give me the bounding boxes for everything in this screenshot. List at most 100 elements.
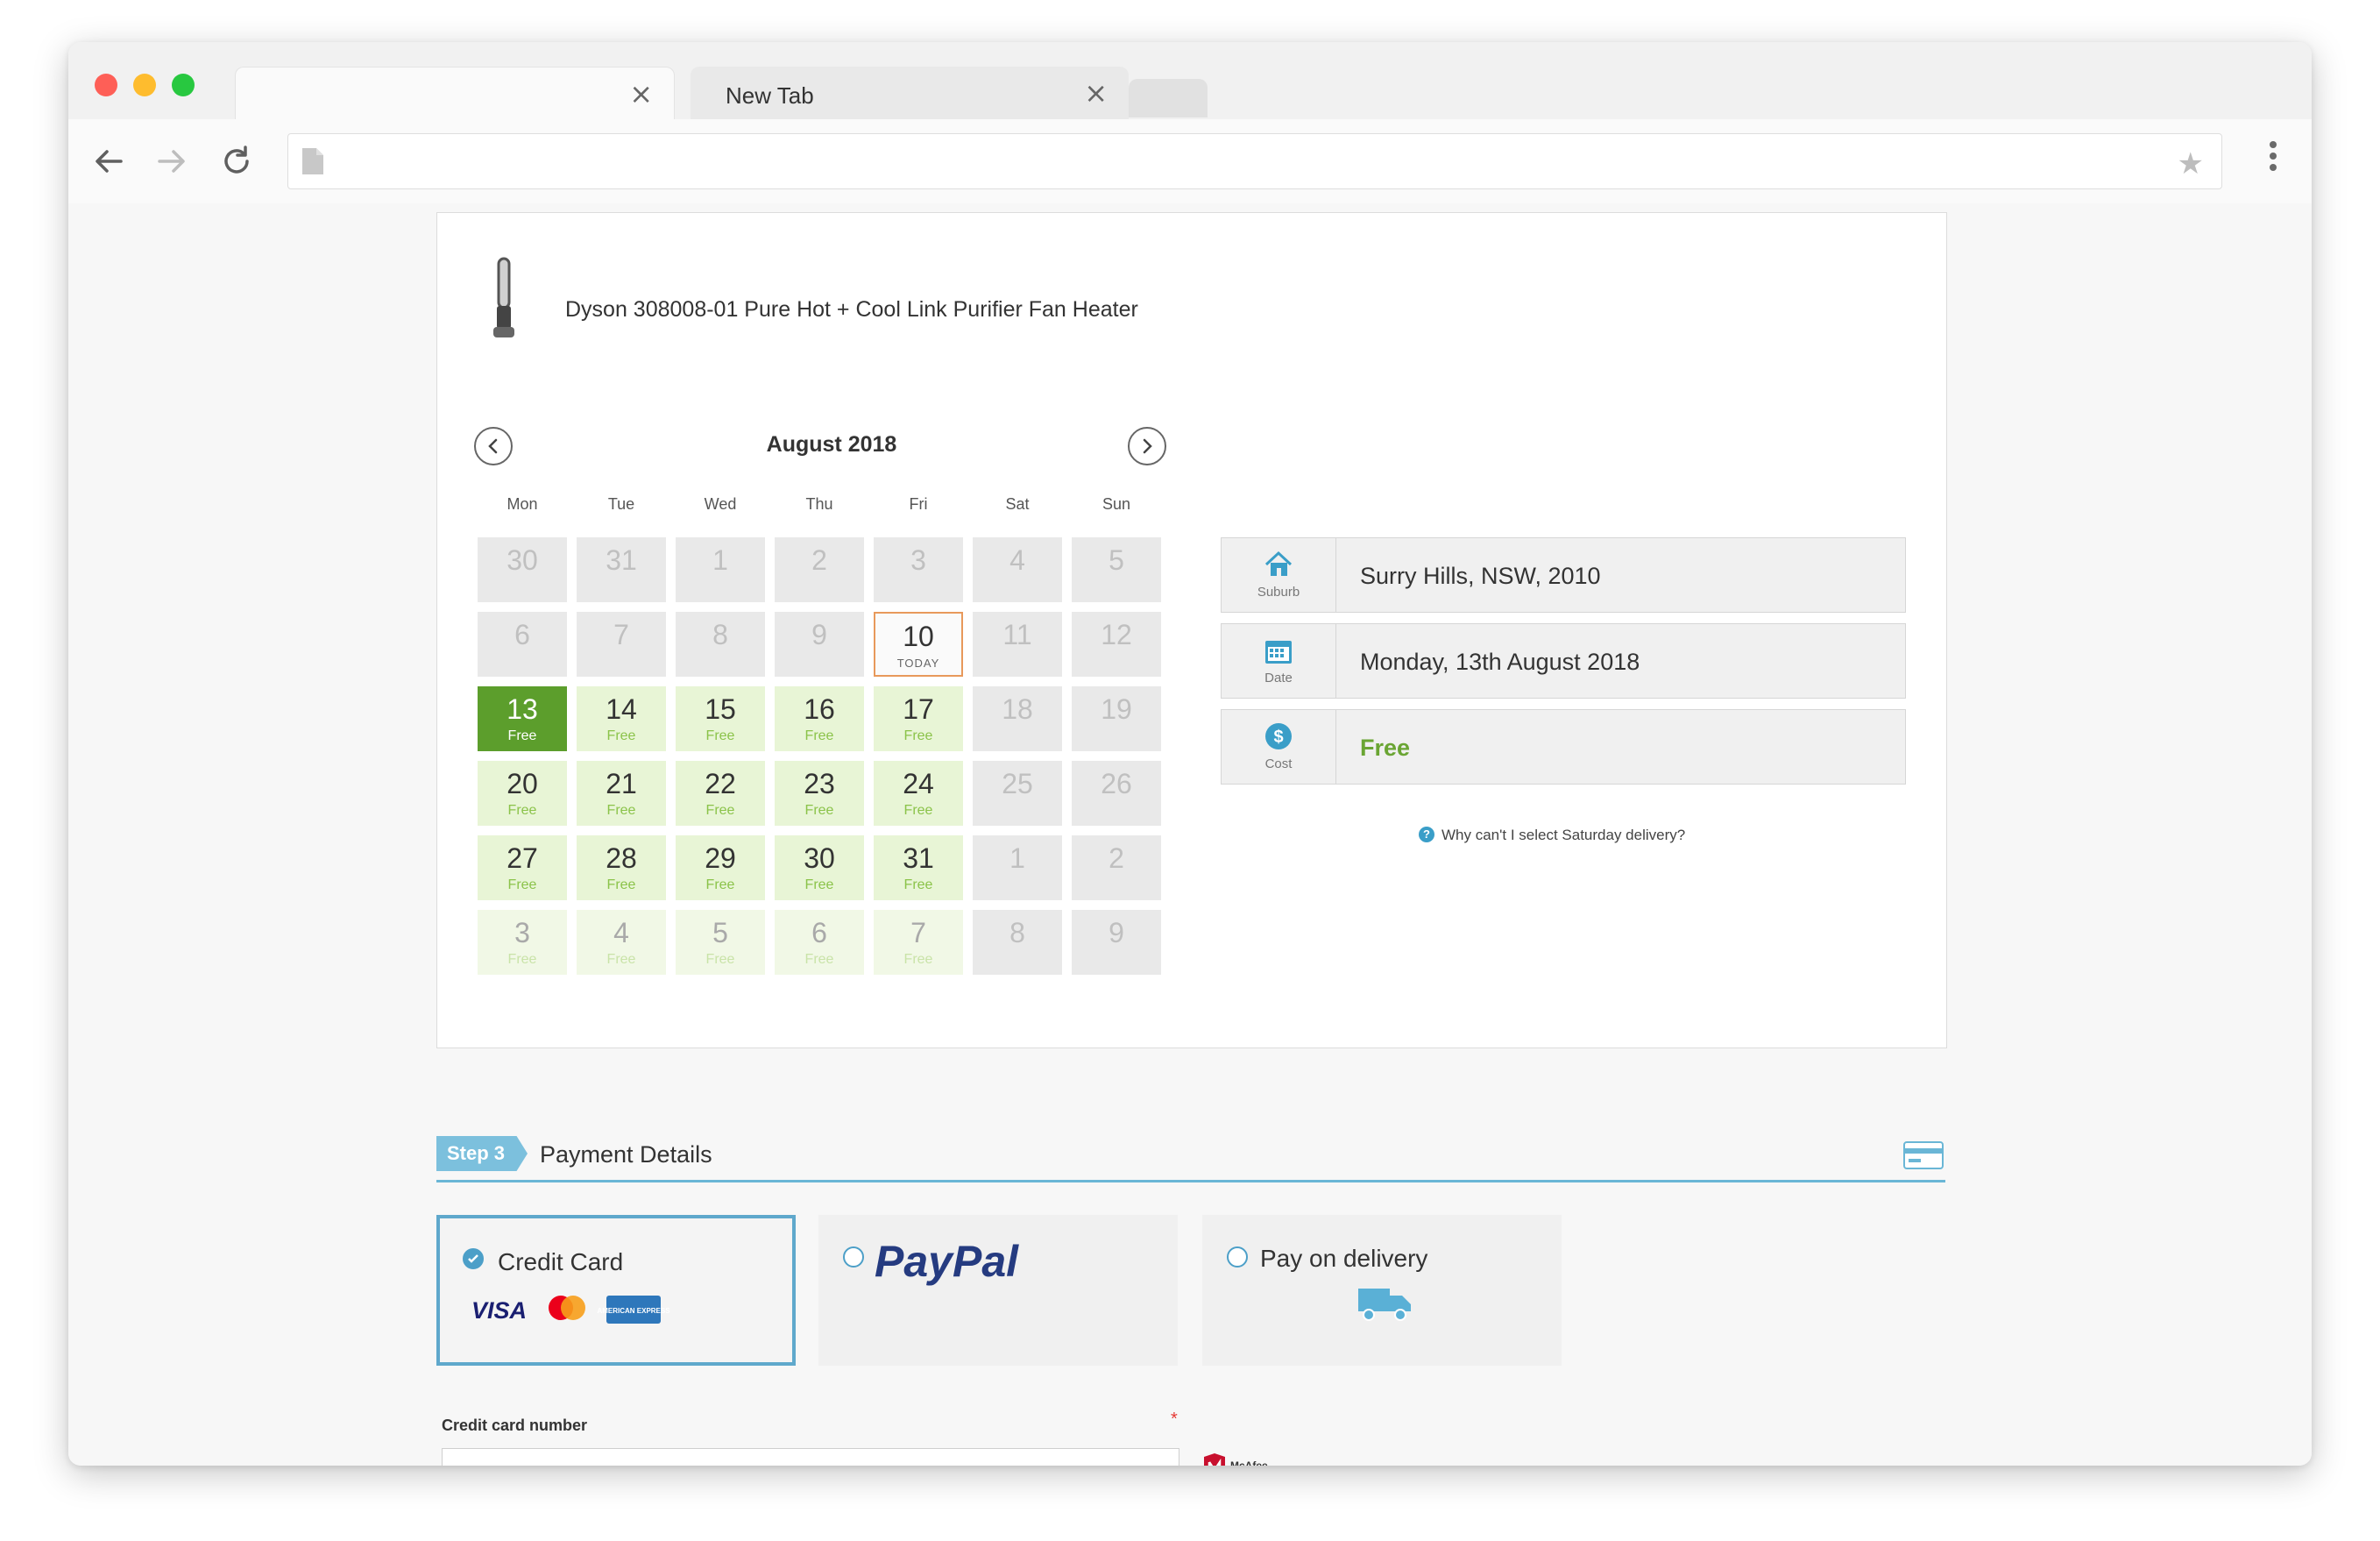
cost-label: Cost — [1264, 756, 1293, 771]
calendar-day[interactable]: 15 Free — [676, 686, 765, 751]
paypal-radio[interactable] — [843, 1246, 864, 1268]
calendar-day-number: 31 — [606, 544, 637, 576]
svg-text:$: $ — [1273, 728, 1283, 747]
calendar-day-number: 16 — [804, 693, 835, 725]
calendar-day[interactable]: 24 Free — [874, 761, 963, 826]
reload-icon[interactable] — [219, 144, 254, 179]
suburb-icon-box: Suburb — [1222, 538, 1336, 612]
browser-window: × New Tab × ★ Dyson 308008-01 Pure Hot +… — [68, 42, 2312, 1466]
close-window-button[interactable] — [95, 74, 117, 96]
calendar-day[interactable]: 6 Free — [775, 910, 864, 975]
minimize-window-button[interactable] — [133, 74, 156, 96]
payment-option-pay-on-delivery[interactable]: Pay on delivery — [1202, 1215, 1562, 1366]
calendar-day-number: 7 — [613, 619, 629, 650]
cost-icon-box: $ Cost — [1222, 710, 1336, 784]
tab-new-tab-label: New Tab — [726, 82, 814, 109]
calendar-day-number: 5 — [712, 917, 728, 948]
calendar-day-number: 18 — [1002, 693, 1033, 725]
calendar-day[interactable]: 13 Free — [478, 686, 567, 751]
calendar-next-button[interactable] — [1128, 427, 1166, 465]
calendar-day[interactable]: 30 Free — [775, 835, 864, 900]
calendar-day: 1 — [676, 537, 765, 602]
free-label: Free — [705, 877, 735, 892]
tab-active[interactable]: × — [235, 67, 675, 122]
calendar-day-number: 14 — [606, 693, 637, 725]
calendar-day-number: 4 — [1009, 544, 1025, 576]
mcafee-secure-badge: McAfee SECURE — [1201, 1452, 1279, 1466]
pay-on-delivery-radio[interactable] — [1227, 1246, 1248, 1268]
calendar-day-number: 2 — [1109, 842, 1124, 874]
calendar-day[interactable]: 29 Free — [676, 835, 765, 900]
free-label: Free — [804, 728, 834, 743]
weekday-label: Tue — [607, 495, 635, 513]
free-label: Free — [507, 877, 537, 892]
calendar-day[interactable]: 23 Free — [775, 761, 864, 826]
calendar-day-number: 21 — [606, 768, 637, 799]
cost-value: Free — [1360, 735, 1411, 761]
calendar-day[interactable]: 27 Free — [478, 835, 567, 900]
calendar-day-number: 9 — [811, 619, 827, 650]
card-brand-logos: VISA AMERICAN EXPRESS — [471, 1292, 682, 1332]
date-label: Date — [1264, 671, 1293, 685]
calendar-day-number: 12 — [1101, 619, 1132, 650]
bookmark-star-icon[interactable]: ★ — [2178, 146, 2204, 181]
calendar-day: 6 — [478, 612, 567, 677]
credit-card-radio[interactable] — [463, 1248, 484, 1269]
calendar-day: 25 — [973, 761, 1062, 826]
address-bar[interactable]: ★ — [287, 133, 2222, 189]
calendar-day: 3 — [874, 537, 963, 602]
payment-step-header: Step 3 Payment Details — [436, 1136, 1945, 1182]
calendar-day-number: 10 — [903, 621, 934, 652]
calendar-day[interactable]: 7 Free — [874, 910, 963, 975]
calendar-day: 7 — [577, 612, 666, 677]
calendar-day: 2 — [1072, 835, 1161, 900]
calendar-day[interactable]: 16 Free — [775, 686, 864, 751]
tab-close-icon[interactable]: × — [629, 80, 653, 108]
free-label: Free — [606, 728, 636, 743]
calendar-day-number: 6 — [811, 917, 827, 948]
calendar-day[interactable]: 3 Free — [478, 910, 567, 975]
tab-close-icon[interactable]: × — [1084, 79, 1108, 107]
back-arrow-icon[interactable] — [91, 144, 126, 179]
dollar-icon: $ — [1265, 723, 1292, 749]
calendar-day[interactable]: 20 Free — [478, 761, 567, 826]
forward-arrow-icon[interactable] — [154, 144, 189, 179]
saturday-help-text: Why can't I select Saturday delivery? — [1441, 827, 1686, 843]
saturday-help-link[interactable]: ? Why can't I select Saturday delivery? — [1419, 827, 1685, 844]
payment-option-paypal[interactable]: PayPal — [818, 1215, 1178, 1366]
calendar-prev-button[interactable] — [474, 427, 513, 465]
cc-number-input[interactable] — [442, 1448, 1179, 1466]
calendar-day[interactable]: 21 Free — [577, 761, 666, 826]
calendar-day[interactable]: 31 Free — [874, 835, 963, 900]
calendar-day[interactable]: 5 Free — [676, 910, 765, 975]
calendar-day[interactable]: 28 Free — [577, 835, 666, 900]
credit-card-label: Credit Card — [498, 1248, 624, 1275]
maximize-window-button[interactable] — [172, 74, 195, 96]
tab-new-tab[interactable]: New Tab × — [691, 67, 1129, 121]
suburb-label: Suburb — [1257, 585, 1300, 600]
calendar-day: 8 — [676, 612, 765, 677]
free-label: Free — [903, 952, 933, 967]
calendar-month-title: August 2018 — [766, 432, 897, 457]
paypal-logo: PayPal — [875, 1238, 1019, 1286]
free-label: Free — [804, 952, 834, 967]
calendar-day-number: 29 — [705, 842, 736, 874]
payment-option-credit-card[interactable]: Credit Card VISA AMERICAN EXPRESS — [436, 1215, 796, 1366]
calendar-day[interactable]: 14 Free — [577, 686, 666, 751]
calendar-day[interactable]: 17 Free — [874, 686, 963, 751]
calendar-day-number: 9 — [1109, 917, 1124, 948]
suburb-value: Surry Hills, NSW, 2010 — [1360, 563, 1601, 589]
check-icon — [468, 1254, 478, 1263]
calendar-day-number: 24 — [903, 768, 934, 799]
step-title: Payment Details — [540, 1141, 712, 1168]
calendar-day-number: 25 — [1002, 768, 1033, 799]
weekday-label: Wed — [704, 495, 737, 513]
weekday-label: Fri — [909, 495, 928, 513]
calendar-day[interactable]: 22 Free — [676, 761, 765, 826]
step-badge: Step 3 — [436, 1136, 528, 1171]
calendar-day-number: 27 — [506, 842, 538, 874]
new-tab-button[interactable] — [1129, 79, 1208, 117]
calendar-day[interactable]: 4 Free — [577, 910, 666, 975]
calendar-day: 1 — [973, 835, 1062, 900]
browser-menu-icon[interactable] — [2270, 137, 2277, 175]
